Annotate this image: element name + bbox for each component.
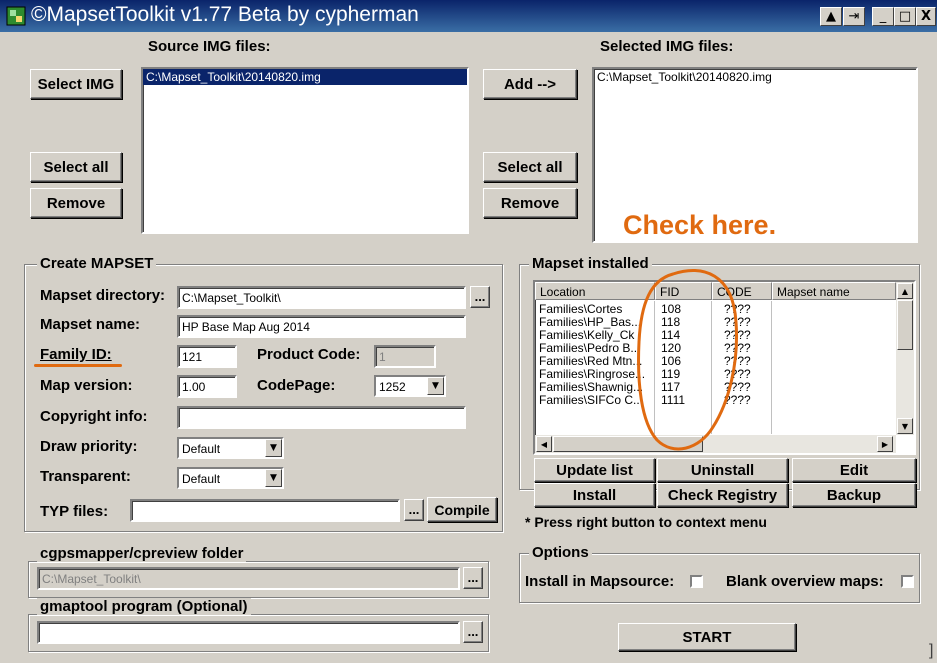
maximize-button[interactable]: □ bbox=[894, 7, 916, 26]
select-img-button[interactable]: Select IMG bbox=[30, 69, 122, 99]
minimize-button[interactable]: _ bbox=[872, 7, 894, 26]
cgpsmapper-legend: cgpsmapper/cpreview folder bbox=[37, 545, 247, 562]
install-in-mapsource-checkbox[interactable] bbox=[690, 575, 703, 588]
backup-button[interactable]: Backup bbox=[792, 483, 916, 507]
selected-file-item[interactable]: C:\Mapset_Toolkit\20140820.img bbox=[594, 69, 916, 85]
update-list-button[interactable]: Update list bbox=[534, 458, 655, 482]
family-id-underline-annotation bbox=[34, 364, 122, 367]
cgpsmapper-browse-button[interactable]: ... bbox=[463, 567, 483, 589]
source-remove-button[interactable]: Remove bbox=[30, 188, 122, 218]
selected-select-all-button[interactable]: Select all bbox=[483, 152, 577, 182]
maximize-icon: □ bbox=[898, 9, 912, 24]
dropdown-arrow-icon[interactable]: ▼ bbox=[265, 469, 282, 487]
cgpsmapper-folder-field[interactable]: C:\Mapset_Toolkit\ bbox=[37, 567, 460, 590]
map-version-label: Map version: bbox=[40, 377, 133, 394]
scroll-right-icon[interactable]: ▶ bbox=[877, 436, 893, 452]
scroll-left-icon[interactable]: ◀ bbox=[536, 436, 552, 452]
selected-remove-button[interactable]: Remove bbox=[483, 188, 577, 218]
add-button[interactable]: Add --> bbox=[483, 69, 577, 99]
typ-files-browse-button[interactable]: ... bbox=[404, 499, 424, 521]
draw-priority-label: Draw priority: bbox=[40, 438, 138, 455]
codepage-value: 1252 bbox=[379, 380, 406, 394]
source-files-label: Source IMG files: bbox=[148, 38, 271, 55]
minimize-icon: _ bbox=[879, 9, 887, 24]
scroll-thumb[interactable] bbox=[897, 300, 913, 350]
source-select-all-button[interactable]: Select all bbox=[30, 152, 122, 182]
install-button[interactable]: Install bbox=[534, 483, 655, 507]
blank-overview-maps-label: Blank overview maps: bbox=[726, 573, 884, 590]
create-mapset-legend: Create MAPSET bbox=[37, 255, 157, 272]
pin-icon: ⇥ bbox=[848, 9, 860, 24]
roll-up-button[interactable]: ▲ bbox=[820, 7, 842, 26]
family-id-label: Family ID: bbox=[40, 346, 112, 363]
circle-annotation bbox=[637, 269, 739, 451]
copyright-label: Copyright info: bbox=[40, 408, 148, 425]
typ-files-field[interactable] bbox=[130, 499, 400, 522]
close-icon: X bbox=[920, 9, 932, 24]
selected-files-label: Selected IMG files: bbox=[600, 38, 734, 55]
mapset-directory-field[interactable]: C:\Mapset_Toolkit\ bbox=[177, 286, 466, 309]
pin-button[interactable]: ⇥ bbox=[843, 7, 865, 26]
typ-files-label: TYP files: bbox=[40, 503, 109, 520]
title-bar: ©MapsetToolkit v1.77 Beta by cypherman ▲… bbox=[0, 0, 937, 32]
compile-button[interactable]: Compile bbox=[427, 497, 497, 522]
edit-button[interactable]: Edit bbox=[792, 458, 916, 482]
transparent-label: Transparent: bbox=[40, 468, 131, 485]
mapset-directory-label: Mapset directory: bbox=[40, 287, 166, 304]
gmaptool-legend: gmaptool program (Optional) bbox=[37, 598, 251, 615]
codepage-select[interactable]: 1252 ▼ bbox=[374, 375, 446, 397]
source-file-item[interactable]: C:\Mapset_Toolkit\20140820.img bbox=[143, 69, 467, 85]
triangle-up-icon: ▲ bbox=[826, 9, 836, 24]
product-code-label: Product Code: bbox=[257, 346, 361, 363]
gmaptool-browse-button[interactable]: ... bbox=[463, 621, 483, 643]
context-menu-hint: * Press right button to context menu bbox=[525, 514, 767, 530]
uninstall-button[interactable]: Uninstall bbox=[657, 458, 788, 482]
map-version-field[interactable]: 1.00 bbox=[177, 375, 237, 398]
codepage-label: CodePage: bbox=[257, 377, 336, 394]
check-here-annotation: Check here. bbox=[623, 210, 777, 240]
product-code-field[interactable]: 1 bbox=[374, 345, 436, 368]
dropdown-arrow-icon[interactable]: ▼ bbox=[427, 377, 444, 395]
transparent-select[interactable]: Default ▼ bbox=[177, 467, 284, 489]
draw-priority-value: Default bbox=[182, 442, 221, 456]
scroll-up-icon[interactable]: ▲ bbox=[897, 283, 913, 299]
copyright-field[interactable] bbox=[177, 406, 466, 429]
blank-overview-maps-checkbox[interactable] bbox=[901, 575, 914, 588]
transparent-value: Default bbox=[182, 472, 221, 486]
check-registry-button[interactable]: Check Registry bbox=[657, 483, 788, 507]
mapset-name-label: Mapset name: bbox=[40, 316, 141, 333]
mapset-directory-browse-button[interactable]: ... bbox=[470, 286, 490, 308]
dropdown-arrow-icon[interactable]: ▼ bbox=[265, 439, 282, 457]
window-title: ©MapsetToolkit v1.77 Beta by cypherman bbox=[31, 3, 419, 26]
gmaptool-field[interactable] bbox=[37, 621, 460, 644]
start-button[interactable]: START bbox=[618, 623, 796, 651]
mapset-name-field[interactable]: HP Base Map Aug 2014 bbox=[177, 315, 466, 338]
install-in-mapsource-label: Install in Mapsource: bbox=[525, 573, 675, 590]
window-edge-glyph: ] bbox=[929, 642, 934, 659]
close-button[interactable]: X bbox=[916, 7, 936, 26]
scroll-down-icon[interactable]: ▼ bbox=[897, 418, 913, 434]
vertical-scrollbar[interactable]: ▲ ▼ bbox=[896, 282, 914, 435]
app-icon bbox=[6, 6, 26, 26]
family-id-field[interactable]: 121 bbox=[177, 345, 237, 368]
options-legend: Options bbox=[529, 544, 592, 561]
source-files-list[interactable]: C:\Mapset_Toolkit\20140820.img bbox=[141, 67, 469, 234]
column-header-mapset-name[interactable]: Mapset name bbox=[772, 282, 896, 300]
draw-priority-select[interactable]: Default ▼ bbox=[177, 437, 284, 459]
